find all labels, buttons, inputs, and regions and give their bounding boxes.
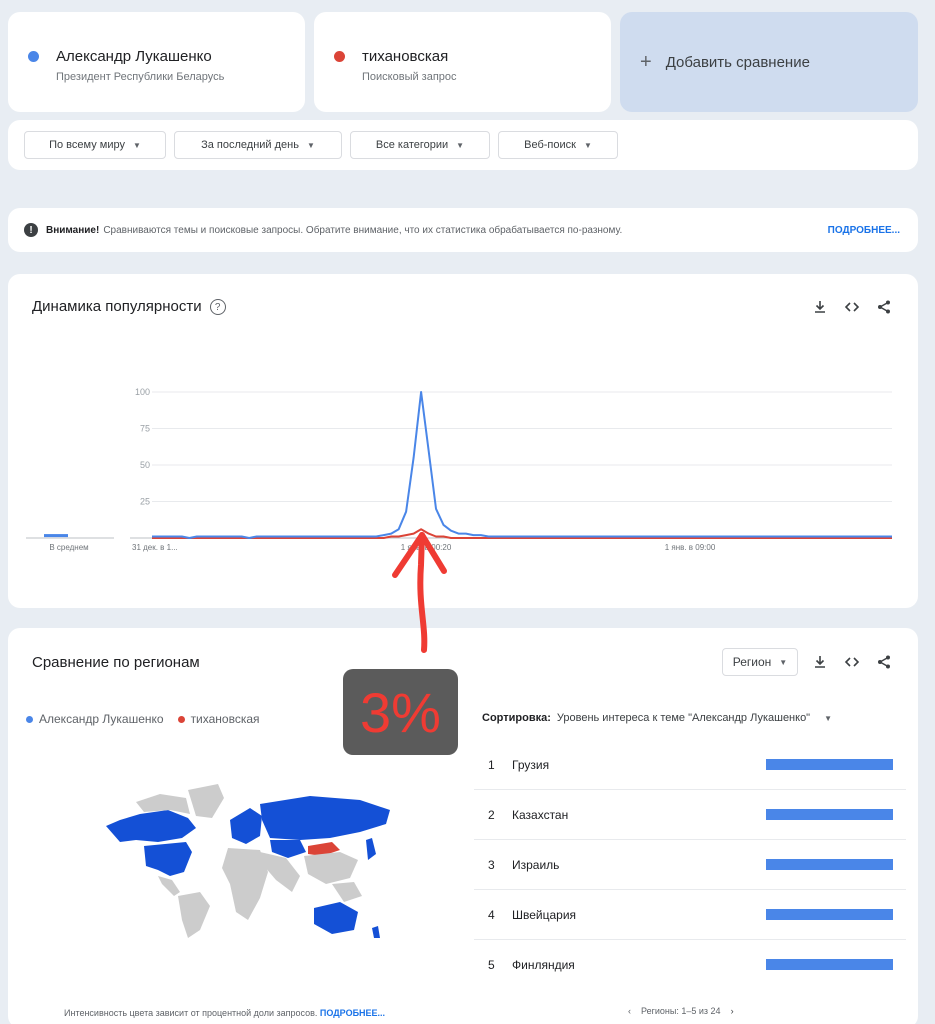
region-row[interactable]: 3 Израиль [474,840,906,890]
region-name: Швейцария [512,907,577,922]
region-name: Казахстан [512,807,569,822]
region-name: Израиль [512,857,560,872]
legend-dot [26,715,33,723]
region-bar [766,959,893,970]
legend-item: тихановская [190,712,260,726]
caret-down-icon: ▼ [824,713,833,723]
world-map[interactable] [100,780,400,940]
map-kazakhstan [270,840,306,858]
chevron-left-icon[interactable]: ‹ [628,1006,631,1016]
region-bar [766,809,893,820]
caret-down-icon: ▼ [779,657,788,667]
map-south-america [178,892,210,938]
region-row[interactable]: 5 Финляндия [474,940,906,990]
map-africa [222,848,268,920]
footer-more-link[interactable]: ПОДРОБНЕЕ... [320,1008,385,1018]
region-select[interactable]: Регион ▼ [722,648,798,676]
regions-legend: Александр Лукашенко тихановская [26,712,260,726]
region-bar [766,909,893,920]
region-row[interactable]: 1 Грузия [474,740,906,790]
region-row[interactable]: 4 Швейцария [474,890,906,940]
average-bar [44,534,68,538]
y-tick-label: 100 [135,387,150,397]
y-tick-label: 25 [140,497,150,507]
legend-item: Александр Лукашенко [39,712,164,726]
sort-control[interactable]: Сортировка: Уровень интереса к теме "Але… [482,712,832,724]
regions-title: Сравнение по регионам [32,654,200,671]
x-tick-label: 1 янв. в 09:00 [665,543,716,552]
map-north-america-north [106,810,196,842]
color-intensity-note: Интенсивность цвета зависит от процентно… [64,1008,386,1018]
chevron-right-icon[interactable]: › [731,1006,734,1016]
y-tick-label: 50 [140,460,150,470]
map-southeast-asia [332,882,362,902]
regions-pager: ‹ Регионы: 1–5 из 24 › [628,1006,734,1016]
regions-toolbar [811,653,893,671]
map-usa [144,842,192,876]
red-arrow-annotation [392,532,447,653]
map-europe [230,808,262,844]
map-russia [260,796,390,840]
legend-dot [177,715,185,723]
map-australia [314,902,358,934]
map-central-america [158,876,180,896]
region-name: Финляндия [512,958,575,972]
map-japan [366,838,376,860]
x-tick-label: 31 дек. в 1... [132,543,178,552]
region-row[interactable]: 2 Казахстан [474,790,906,840]
map-new-zealand [372,926,380,938]
percent-annotation: 3% [343,669,458,755]
y-tick-label: 75 [140,424,150,434]
map-greenland [188,784,224,818]
share-icon[interactable] [875,653,893,671]
average-label: В среднем [49,543,88,552]
region-name: Грузия [512,757,550,772]
map-china [304,852,358,884]
region-bar [766,859,893,870]
region-bar [766,759,893,770]
download-icon[interactable] [811,653,829,671]
embed-icon[interactable] [843,653,861,671]
